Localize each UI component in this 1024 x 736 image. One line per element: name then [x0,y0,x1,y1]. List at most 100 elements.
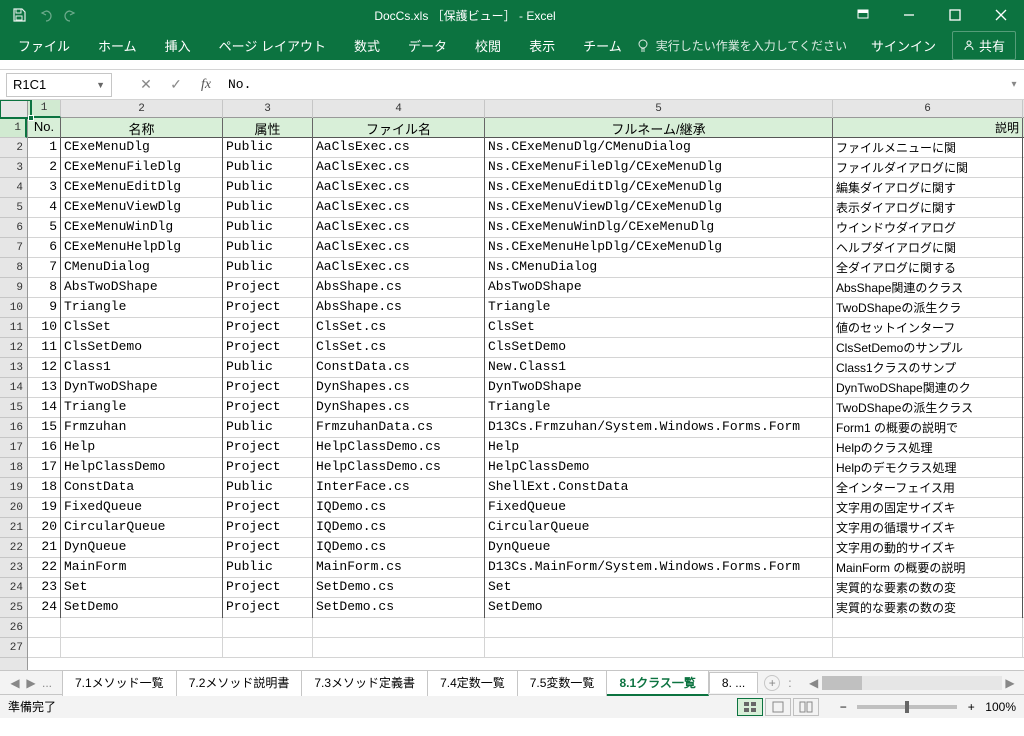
table-cell[interactable]: Form1 の概要の説明で [833,418,1023,438]
table-cell[interactable]: ヘルプダイアログに関 [833,238,1023,258]
table-cell[interactable]: 24 [28,598,61,618]
view-page-break-icon[interactable] [793,698,819,716]
table-cell[interactable]: CExeMenuHelpDlg [61,238,223,258]
table-cell[interactable]: ClsSet.cs [313,318,485,338]
table-cell[interactable]: 19 [28,498,61,518]
row-header[interactable]: 18 [0,458,27,478]
sheet-tab[interactable]: 7.2メソッド説明書 [177,670,303,696]
table-cell[interactable]: 23 [28,578,61,598]
table-cell[interactable]: Project [223,458,313,478]
table-cell[interactable] [61,618,223,638]
accept-formula-icon[interactable]: ✓ [162,76,190,93]
table-cell[interactable] [833,618,1023,638]
table-cell[interactable]: 12 [28,358,61,378]
column-header[interactable]: 1 [28,100,61,118]
row-header[interactable]: 19 [0,478,27,498]
cell-grid[interactable]: No.名称属性ファイル名フルネーム/継承説明1CExeMenuDlgPublic… [28,118,1024,670]
table-cell[interactable]: Project [223,338,313,358]
sheet-tab[interactable]: 7.3メソッド定義書 [302,670,428,696]
maximize-button[interactable] [932,0,978,30]
ribbon-tab[interactable]: ホーム [84,30,151,60]
ribbon-tab[interactable]: ファイル [4,30,84,60]
table-cell[interactable]: Ns.CExeMenuViewDlg/CExeMenuDlg [485,198,833,218]
row-header[interactable]: 24 [0,578,27,598]
table-cell[interactable]: FixedQueue [61,498,223,518]
scroll-thumb[interactable] [822,676,862,690]
table-cell[interactable]: 1 [28,138,61,158]
table-cell[interactable]: Set [61,578,223,598]
table-cell[interactable] [485,638,833,658]
table-cell[interactable]: 15 [28,418,61,438]
table-cell[interactable]: InterFace.cs [313,478,485,498]
table-cell[interactable]: HelpClassDemo [485,458,833,478]
table-cell[interactable]: Public [223,418,313,438]
table-cell[interactable]: ファイルメニューに関 [833,138,1023,158]
row-header[interactable]: 8 [0,258,27,278]
ribbon-tab[interactable]: チーム [569,30,636,60]
ribbon-options-icon[interactable] [840,0,886,30]
table-cell[interactable]: AaClsExec.cs [313,238,485,258]
table-header-cell[interactable]: フルネーム/継承 [485,118,833,138]
table-cell[interactable]: Class1 [61,358,223,378]
table-cell[interactable]: Public [223,558,313,578]
tell-me-search[interactable]: 実行したい作業を入力してください [636,37,847,54]
table-cell[interactable]: 4 [28,198,61,218]
table-cell[interactable] [28,618,61,638]
table-cell[interactable]: Project [223,498,313,518]
table-cell[interactable]: 文字用の動的サイズキ [833,538,1023,558]
table-cell[interactable]: FixedQueue [485,498,833,518]
row-header[interactable]: 4 [0,178,27,198]
table-cell[interactable]: SetDemo.cs [313,598,485,618]
column-header[interactable]: 4 [313,100,485,118]
table-cell[interactable]: AbsTwoDShape [61,278,223,298]
table-cell[interactable]: Triangle [485,398,833,418]
table-cell[interactable]: ウインドウダイアログ [833,218,1023,238]
tab-next-icon[interactable]: ▶ [24,676,38,690]
ribbon-tab[interactable]: データ [394,30,461,60]
row-header[interactable]: 27 [0,638,27,658]
zoom-knob[interactable] [905,701,909,713]
table-header-cell[interactable]: No. [28,118,61,138]
table-cell[interactable]: IQDemo.cs [313,538,485,558]
scroll-right-icon[interactable]: ▶ [1002,676,1018,690]
column-header[interactable]: 5 [485,100,833,118]
table-cell[interactable]: New.Class1 [485,358,833,378]
table-cell[interactable]: 21 [28,538,61,558]
table-cell[interactable]: CExeMenuDlg [61,138,223,158]
table-cell[interactable] [485,618,833,638]
table-cell[interactable] [28,638,61,658]
row-header[interactable]: 21 [0,518,27,538]
table-cell[interactable]: 20 [28,518,61,538]
row-header[interactable]: 1 [0,118,27,138]
table-cell[interactable]: DynQueue [61,538,223,558]
table-cell[interactable]: SetDemo [485,598,833,618]
row-header[interactable]: 5 [0,198,27,218]
share-button[interactable]: 共有 [952,31,1016,60]
table-cell[interactable]: CExeMenuWinDlg [61,218,223,238]
table-cell[interactable]: D13Cs.MainForm/System.Windows.Forms.Form [485,558,833,578]
table-cell[interactable]: AaClsExec.cs [313,258,485,278]
fx-icon[interactable]: fx [192,77,220,93]
table-cell[interactable]: AbsShape.cs [313,278,485,298]
ribbon-tab[interactable]: 数式 [340,30,394,60]
table-cell[interactable]: IQDemo.cs [313,498,485,518]
table-cell[interactable]: Public [223,358,313,378]
row-header[interactable]: 16 [0,418,27,438]
table-cell[interactable] [223,638,313,658]
table-cell[interactable]: AaClsExec.cs [313,138,485,158]
table-cell[interactable]: Project [223,278,313,298]
row-header[interactable]: 13 [0,358,27,378]
formula-input[interactable] [220,73,1004,97]
cancel-formula-icon[interactable]: ✕ [132,76,160,93]
table-cell[interactable]: AbsTwoDShape [485,278,833,298]
table-cell[interactable]: ファイルダイアログに関 [833,158,1023,178]
name-box[interactable]: R1C1 ▼ [6,73,112,97]
table-cell[interactable]: Public [223,138,313,158]
sheet-tab[interactable]: 7.1メソッド一覧 [62,670,177,696]
table-cell[interactable]: Project [223,438,313,458]
table-cell[interactable]: Triangle [61,298,223,318]
table-cell[interactable]: ClsSetDemoのサンプル [833,338,1023,358]
table-cell[interactable]: Project [223,378,313,398]
table-cell[interactable]: Helpのデモクラス処理 [833,458,1023,478]
table-cell[interactable]: MainForm [61,558,223,578]
